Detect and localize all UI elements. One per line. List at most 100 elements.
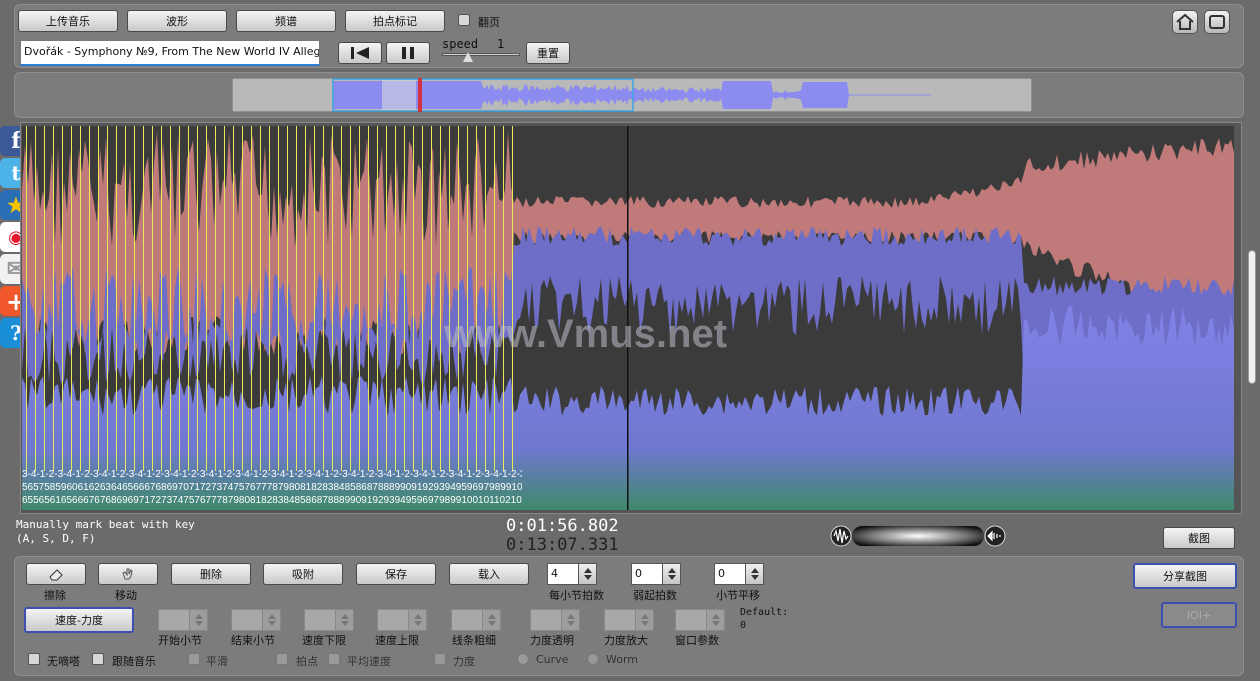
beat-marker[interactable]	[467, 126, 468, 471]
beat-marker[interactable]	[233, 126, 234, 471]
beat-marker[interactable]	[440, 126, 441, 471]
window-param-stepper	[675, 609, 725, 631]
beat-marker[interactable]	[377, 126, 378, 471]
waveform-button[interactable]: 波形	[127, 10, 227, 32]
beat-marker[interactable]	[305, 126, 306, 471]
beat-marker[interactable]	[206, 126, 207, 471]
beat-marker[interactable]	[179, 126, 180, 471]
beat-numbers-1: 3-4-1-2-3-4-1-2-3-4-1-2-3-4-1-2-3-4-1-2-…	[22, 469, 522, 480]
beat-marker[interactable]	[98, 126, 99, 471]
default-value: 0	[740, 620, 747, 631]
speed-slider-thumb[interactable]	[463, 52, 473, 62]
share-screenshot-button[interactable]: 分享截图	[1133, 563, 1237, 589]
window-param-label: 窗口参数	[675, 634, 719, 647]
beat-marker[interactable]	[386, 126, 387, 471]
speed-slider-track[interactable]	[442, 53, 520, 56]
pickup-beats-stepper[interactable]: 0	[631, 563, 681, 585]
pause-button[interactable]	[386, 42, 430, 64]
upload-music-button[interactable]: 上传音乐	[18, 10, 118, 32]
save-button[interactable]: 保存	[356, 563, 436, 585]
beat-marker[interactable]	[188, 126, 189, 471]
beat-marker[interactable]	[341, 126, 342, 471]
beat-marker[interactable]	[368, 126, 369, 471]
tempo-dynamics-button[interactable]: 速度-力度	[24, 607, 134, 633]
beat-marker[interactable]	[260, 126, 261, 471]
spectrum-button[interactable]: 频谱	[236, 10, 336, 32]
beat-marker[interactable]	[485, 126, 486, 471]
volume-knob[interactable]	[830, 525, 1006, 547]
beat-marker[interactable]	[161, 126, 162, 471]
stepper-arrows-icon[interactable]	[746, 563, 764, 585]
beat-marker[interactable]	[44, 126, 45, 471]
page-turn-checkbox[interactable]	[458, 14, 470, 26]
stepper-arrows-icon[interactable]	[663, 563, 681, 585]
beat-marker[interactable]	[494, 126, 495, 471]
beat-marker[interactable]	[80, 126, 81, 471]
beat-marker[interactable]	[296, 126, 297, 471]
no-click-checkbox[interactable]	[28, 653, 40, 665]
beat-marker[interactable]	[449, 126, 450, 471]
beat-marker[interactable]	[350, 126, 351, 471]
beat-marker[interactable]	[278, 126, 279, 471]
beat-marker[interactable]	[395, 126, 396, 471]
end-measure-label: 结束小节	[231, 634, 275, 647]
tempo-max-label: 速度上限	[375, 634, 419, 647]
beat-marker[interactable]	[269, 126, 270, 471]
erase-button[interactable]	[26, 563, 86, 585]
beat-marker[interactable]	[503, 126, 504, 471]
beat-marker[interactable]	[314, 126, 315, 471]
beats-per-measure-stepper[interactable]: 4	[547, 563, 597, 585]
home-icon[interactable]	[1172, 10, 1198, 34]
song-title-input[interactable]: Dvořák - Symphony №9, From The New World…	[20, 40, 320, 66]
beat-marker[interactable]	[107, 126, 108, 471]
beat-marker[interactable]	[116, 126, 117, 471]
window-icon[interactable]	[1204, 10, 1230, 34]
beat-marker[interactable]	[242, 126, 243, 471]
beat-marker[interactable]	[53, 126, 54, 471]
beat-marker[interactable]	[251, 126, 252, 471]
pickup-beats-input[interactable]: 0	[631, 563, 663, 585]
beat-marker[interactable]	[431, 126, 432, 471]
beat-marker[interactable]	[287, 126, 288, 471]
load-button[interactable]: 载入	[449, 563, 529, 585]
overview-waveform[interactable]	[232, 78, 1032, 112]
beat-marker[interactable]	[224, 126, 225, 471]
rewind-button[interactable]	[338, 42, 382, 64]
beat-marker[interactable]	[71, 126, 72, 471]
beat-marker[interactable]	[170, 126, 171, 471]
delete-button[interactable]: 删除	[171, 563, 251, 585]
beat-marker[interactable]	[323, 126, 324, 471]
beat-marker[interactable]	[476, 126, 477, 471]
curve-label: Curve	[536, 653, 569, 666]
beat-marker[interactable]	[197, 126, 198, 471]
beat-marker[interactable]	[35, 126, 36, 471]
vertical-scrollbar[interactable]	[1248, 250, 1256, 384]
beat-marker[interactable]	[215, 126, 216, 471]
beat-marker[interactable]	[359, 126, 360, 471]
overview-playhead[interactable]	[418, 78, 422, 112]
beat-marker[interactable]	[26, 126, 27, 471]
beat-marker[interactable]	[458, 126, 459, 471]
beat-marker[interactable]	[332, 126, 333, 471]
measure-shift-stepper[interactable]: 0	[714, 563, 764, 585]
screenshot-button[interactable]: 截图	[1163, 527, 1235, 549]
beat-marker[interactable]	[125, 126, 126, 471]
beats-per-measure-input[interactable]: 4	[547, 563, 579, 585]
beat-marker[interactable]	[143, 126, 144, 471]
stepper-arrows-icon[interactable]	[579, 563, 597, 585]
reset-button[interactable]: 重置	[526, 42, 570, 64]
beat-marker[interactable]	[413, 126, 414, 471]
beat-marker[interactable]	[89, 126, 90, 471]
snap-button[interactable]: 吸附	[263, 563, 343, 585]
beat-marker[interactable]	[512, 126, 513, 471]
beat-marker[interactable]	[134, 126, 135, 471]
beat-mark-button[interactable]: 拍点标记	[345, 10, 445, 32]
measure-shift-input[interactable]: 0	[714, 563, 746, 585]
beat-points-checkbox	[276, 653, 288, 665]
beat-marker[interactable]	[404, 126, 405, 471]
beat-marker[interactable]	[152, 126, 153, 471]
beat-marker[interactable]	[62, 126, 63, 471]
follow-music-checkbox[interactable]	[92, 653, 104, 665]
beat-marker[interactable]	[422, 126, 423, 471]
move-button[interactable]	[98, 563, 158, 585]
